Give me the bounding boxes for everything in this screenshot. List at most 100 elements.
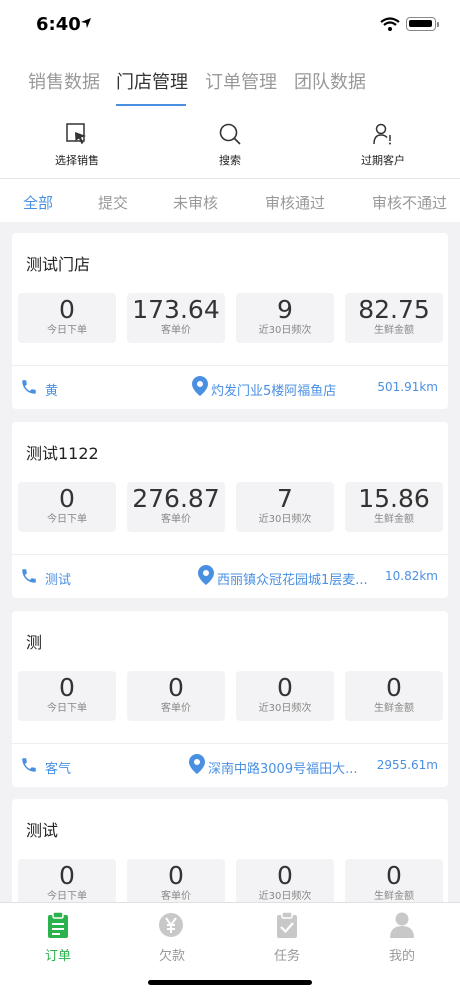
tab-order-management[interactable]: 订单管理 [205, 68, 277, 94]
stat-value: 0 [59, 673, 75, 702]
store-address[interactable]: 灼发门业5楼阿福鱼店 [211, 380, 336, 399]
stat-value: 0 [168, 673, 184, 702]
stat-value: 276.87 [132, 484, 220, 513]
stat-today-orders: 0 今日下单 [18, 293, 116, 343]
store-name: 测试1122 [26, 444, 99, 463]
stat-avg-price: 0 客单价 [127, 671, 225, 721]
expired-customer-icon [373, 123, 391, 145]
stat-fresh-amount: 15.86 生鲜金额 [345, 482, 443, 532]
filter-all[interactable]: 全部 [23, 192, 53, 213]
stat-label: 今日下单 [47, 325, 87, 336]
stat-value: 0 [277, 861, 293, 890]
filter-approved[interactable]: 审核通过 [265, 192, 325, 213]
stat-label: 生鲜金额 [374, 514, 414, 525]
stat-value: 0 [386, 861, 402, 890]
stat-label: 生鲜金额 [374, 703, 414, 714]
nav-mine-label: 我的 [388, 949, 415, 964]
tool-bar: 选择销售 搜索 过期客户 [0, 110, 460, 178]
user-icon [390, 912, 414, 938]
nav-debts[interactable]: 欠款 [142, 911, 202, 964]
expired-customers-label: 过期客户 [361, 154, 405, 167]
nav-debts-label: 欠款 [158, 949, 185, 964]
store-name: 测 [26, 633, 43, 652]
location-arrow-icon [81, 18, 91, 28]
stat-label: 客单价 [161, 514, 191, 525]
filter-rejected[interactable]: 审核不通过 [372, 192, 447, 213]
status-time: 6:40 [36, 14, 81, 35]
stat-today-orders: 0 今日下单 [18, 482, 116, 532]
contact-name[interactable]: 黄 [45, 380, 58, 399]
select-cursor-icon [66, 123, 86, 144]
phone-icon[interactable] [20, 378, 38, 396]
search-label: 搜索 [219, 154, 241, 167]
contact-name[interactable]: 测试 [45, 569, 71, 588]
stat-value: 0 [277, 673, 293, 702]
store-address[interactable]: 西丽镇众冠花园城1层麦... [217, 569, 368, 588]
status-bar: 6:40 [0, 0, 460, 50]
stat-label: 近30日频次 [258, 514, 312, 525]
clipboard-icon [48, 911, 68, 938]
yen-coin-icon [159, 913, 183, 937]
wifi-icon [380, 17, 400, 31]
stat-label: 生鲜金额 [374, 325, 414, 336]
location-pin-icon [192, 376, 208, 396]
battery-icon [406, 17, 436, 31]
stat-label: 客单价 [161, 325, 191, 336]
stat-value: 15.86 [358, 484, 430, 513]
stat-avg-price: 276.87 客单价 [127, 482, 225, 532]
store-address[interactable]: 深南中路3009号福田大... [208, 758, 357, 777]
stat-value: 0 [59, 861, 75, 890]
store-card[interactable]: 测 0 今日下单 0 客单价 0 近30日频次 0 生鲜金额 客气 深南中路30… [12, 611, 448, 787]
stat-value: 0 [386, 673, 402, 702]
select-sales-button[interactable]: 选择销售 [27, 122, 127, 168]
task-check-icon [277, 911, 297, 938]
tab-sales-data[interactable]: 销售数据 [28, 68, 100, 94]
store-card[interactable]: 测试1122 0 今日下单 276.87 客单价 7 近30日频次 15.86 … [12, 422, 448, 598]
stat-value: 7 [277, 484, 293, 513]
store-name: 测试 [26, 821, 59, 840]
nav-orders-label: 订单 [44, 949, 71, 964]
stat-fresh-amount: 0 生鲜金额 [345, 671, 443, 721]
card-divider [12, 365, 448, 366]
filter-submitted[interactable]: 提交 [98, 192, 128, 213]
card-divider [12, 743, 448, 744]
tab-store-management[interactable]: 门店管理 [116, 68, 188, 94]
search-button[interactable]: 搜索 [180, 122, 280, 168]
stat-label: 近30日频次 [258, 703, 312, 714]
stat-value: 0 [59, 295, 75, 324]
nav-tasks[interactable]: 任务 [257, 911, 317, 964]
location-pin-icon [198, 565, 214, 585]
stat-value: 0 [168, 861, 184, 890]
nav-mine[interactable]: 我的 [372, 911, 432, 964]
expired-customers-button[interactable]: 过期客户 [333, 122, 433, 168]
stat-value: 9 [277, 295, 293, 324]
contact-name[interactable]: 客气 [45, 758, 71, 777]
stat-fresh-amount: 82.75 生鲜金额 [345, 293, 443, 343]
stat-label: 客单价 [161, 703, 191, 714]
nav-orders[interactable]: 订单 [28, 911, 88, 964]
store-name: 测试门店 [26, 255, 91, 274]
stat-today-orders: 0 今日下单 [18, 671, 116, 721]
stat-value: 173.64 [132, 295, 220, 324]
nav-tasks-label: 任务 [273, 949, 300, 964]
stat-30day-frequency: 9 近30日频次 [236, 293, 334, 343]
store-distance: 501.91km [377, 380, 438, 394]
filter-unreviewed[interactable]: 未审核 [173, 192, 218, 213]
store-distance: 2955.61m [376, 758, 438, 772]
phone-icon[interactable] [20, 756, 38, 774]
phone-icon[interactable] [20, 567, 38, 585]
status-filter-bar: 全部 提交 未审核 审核通过 审核不通过 [0, 178, 460, 222]
stat-value: 82.75 [358, 295, 430, 324]
location-pin-icon [189, 754, 205, 774]
stat-30day-frequency: 7 近30日频次 [236, 482, 334, 532]
stat-value: 0 [59, 484, 75, 513]
stat-label: 今日下单 [47, 703, 87, 714]
active-tab-indicator [116, 104, 186, 106]
search-icon [219, 123, 241, 145]
store-distance: 10.82km [385, 569, 438, 583]
battery-tip [437, 22, 439, 27]
store-card[interactable]: 测试门店 0 今日下单 173.64 客单价 9 近30日频次 82.75 生鲜… [12, 233, 448, 409]
select-sales-label: 选择销售 [55, 154, 99, 167]
stat-30day-frequency: 0 近30日频次 [236, 671, 334, 721]
tab-team-data[interactable]: 团队数据 [294, 68, 366, 94]
